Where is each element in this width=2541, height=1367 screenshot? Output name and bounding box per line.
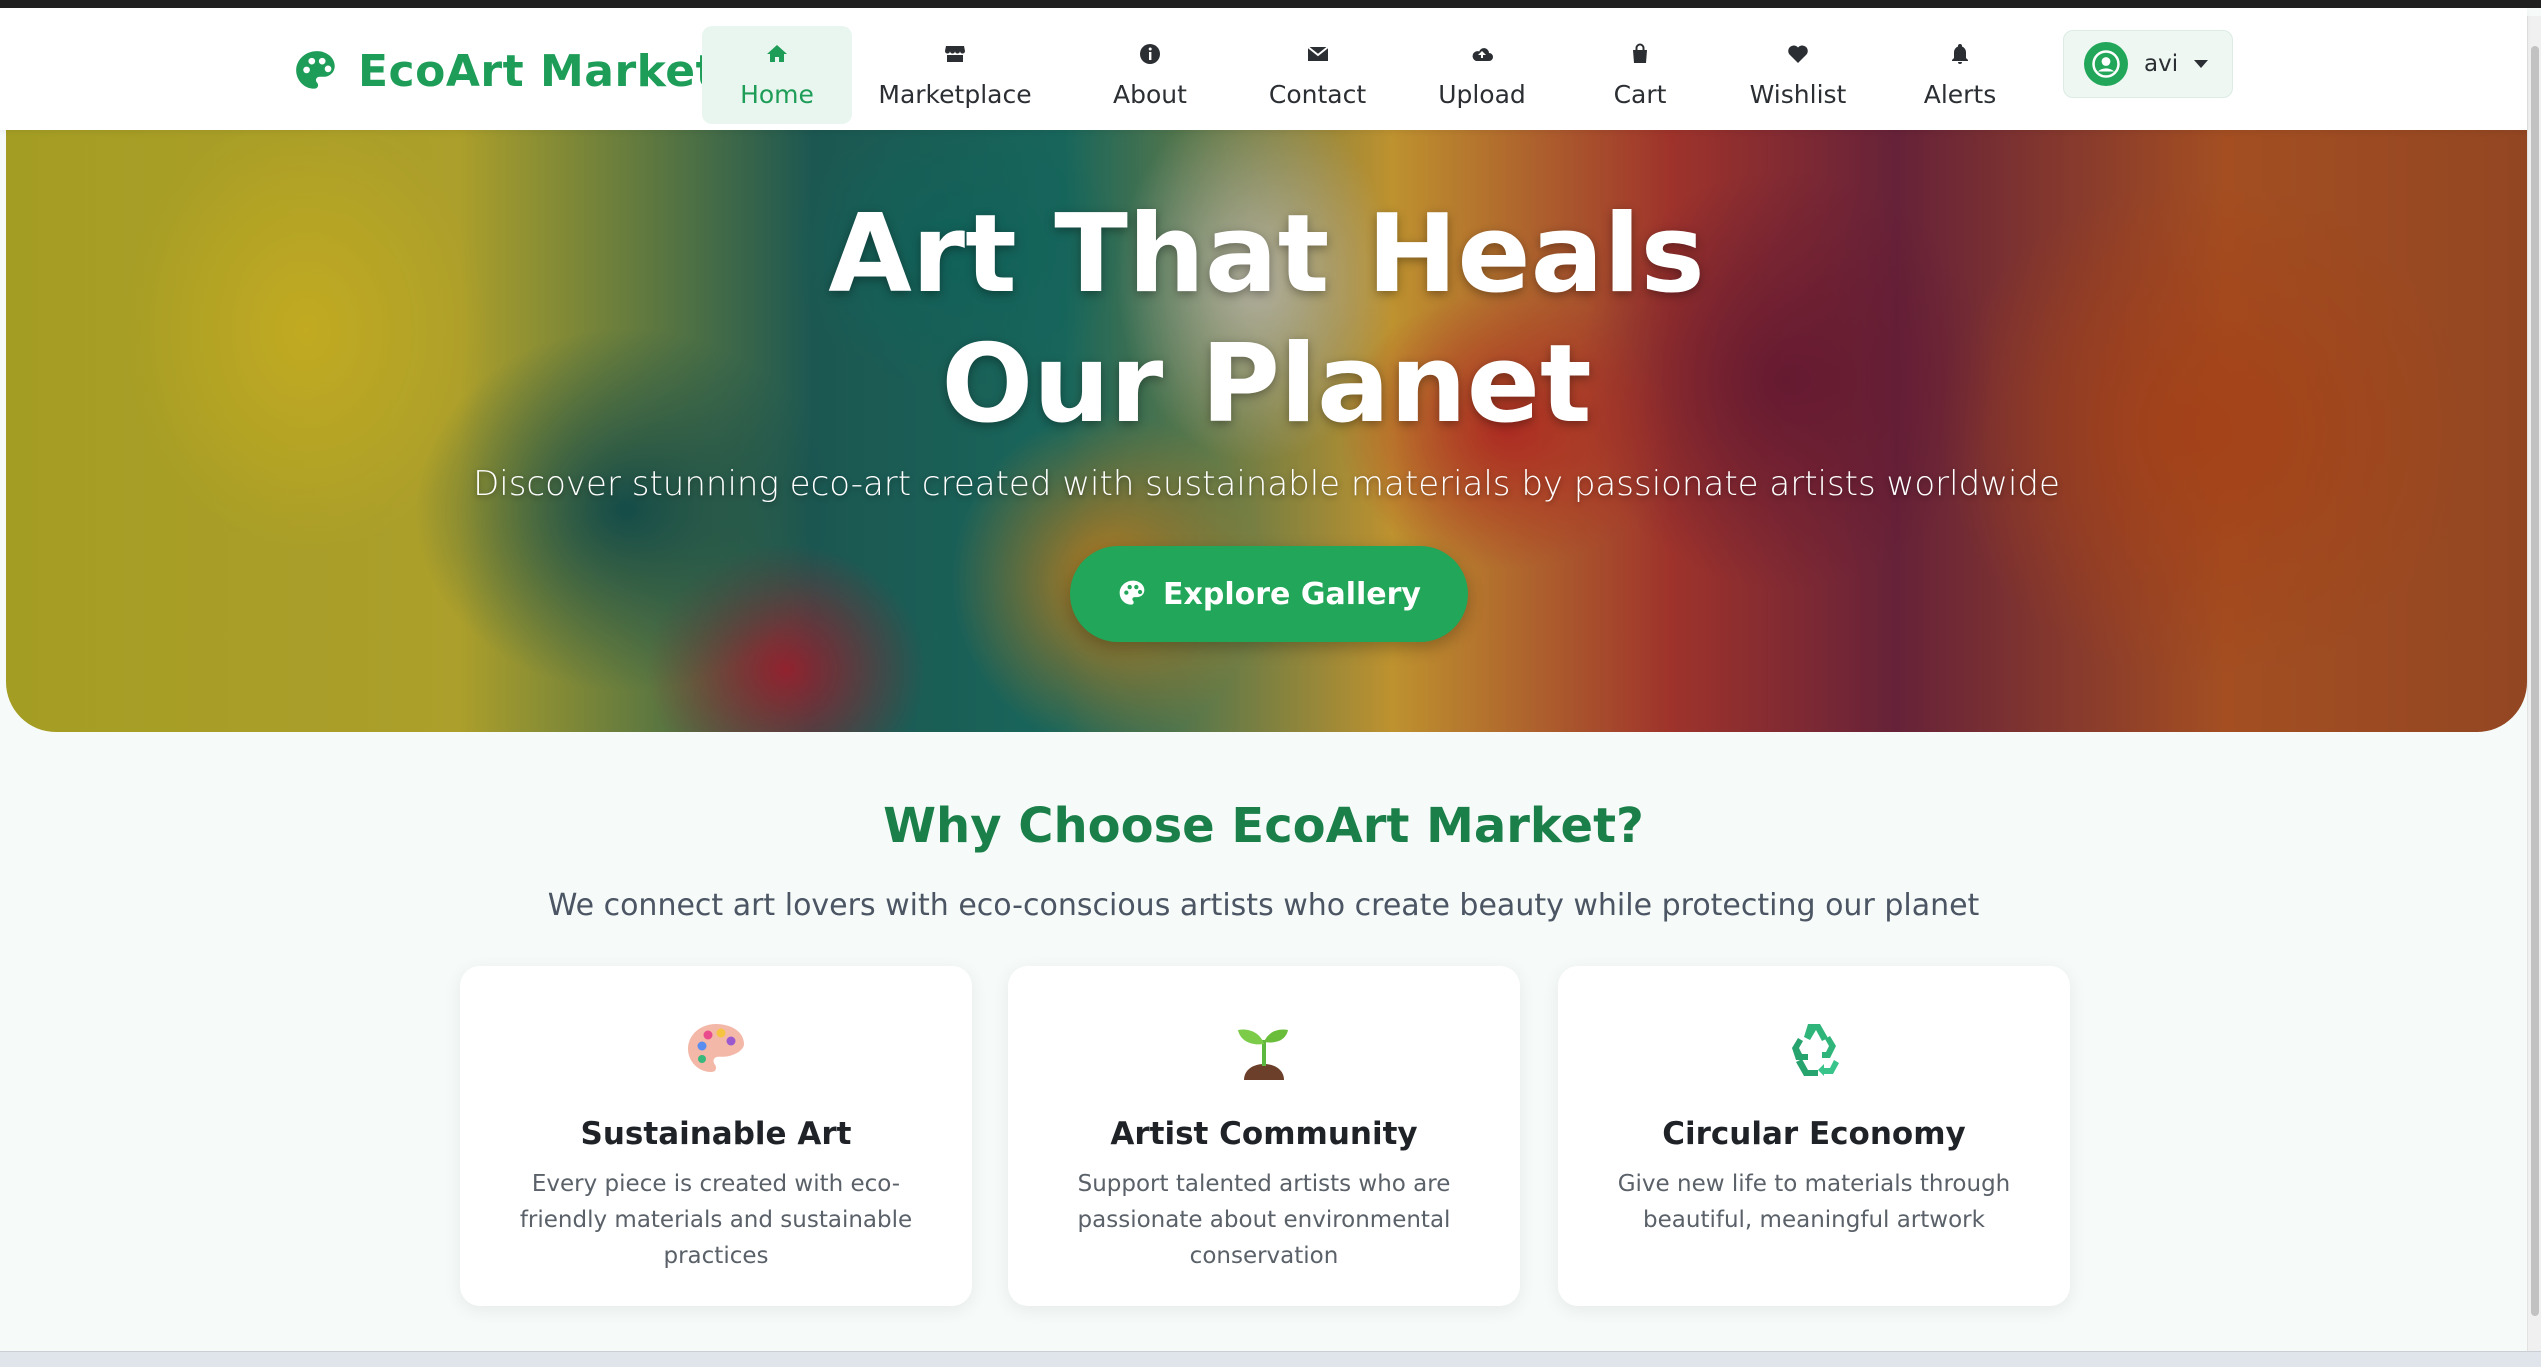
bag-icon <box>1633 43 1647 63</box>
hero-banner: Art That Heals Our Planet Discover stunn… <box>6 130 2527 732</box>
hero-title: Art That Heals Our Planet <box>6 190 2527 450</box>
card-title: Circular Economy <box>1662 1116 1966 1152</box>
nav-cart[interactable]: Cart <box>1575 26 1705 124</box>
cloud-upload-icon <box>1472 47 1493 61</box>
scrollbar-thumb[interactable] <box>2531 46 2539 1316</box>
palette-icon <box>296 50 335 89</box>
taskbar <box>0 1351 2541 1367</box>
nav-label: Alerts <box>1923 79 1997 109</box>
nav-label: Upload <box>1438 79 1526 109</box>
feature-card-circular-economy: Circular Economy Give new life to materi… <box>1558 966 2070 1306</box>
nav-contact[interactable]: Contact <box>1245 26 1390 124</box>
nav-label: Cart <box>1613 79 1667 109</box>
hero-subtitle: Discover stunning eco-art created with s… <box>473 464 2060 504</box>
nav-label: About <box>1113 79 1187 109</box>
user-menu-button[interactable]: avi <box>2063 30 2233 98</box>
nav-alerts[interactable]: Alerts <box>1895 26 2025 124</box>
page-scrollbar[interactable] <box>2527 16 2541 1351</box>
feature-card-sustainable-art: Sustainable Art Every piece is created w… <box>460 966 972 1306</box>
user-circle-icon <box>2084 42 2128 86</box>
chevron-down-icon <box>2194 60 2209 68</box>
brand-logo[interactable]: EcoArt Market <box>292 46 717 97</box>
browser-window: EcoArt Market Home Marketplace About Con… <box>0 0 2541 1351</box>
envelope-icon <box>1306 45 1329 61</box>
card-text: Support talented artists who are passion… <box>1077 1171 1451 1269</box>
why-section-title: Why Choose EcoArt Market? <box>883 798 1644 854</box>
user-name: avi <box>2144 51 2179 77</box>
hero-title-line-1: Art That Heals <box>828 192 1705 317</box>
feature-card-artist-community: Artist Community Support talented artist… <box>1008 966 1520 1306</box>
nav-label: Home <box>740 79 814 109</box>
hero-title-line-2: Our Planet <box>941 322 1592 447</box>
nav-marketplace[interactable]: Marketplace <box>870 26 1040 124</box>
home-icon <box>767 44 787 62</box>
why-section-subtitle: We connect art lovers with eco-conscious… <box>547 888 1980 923</box>
recycle-icon <box>1792 1024 1839 1076</box>
nav-label: Contact <box>1268 79 1367 109</box>
nav-label: Marketplace <box>878 79 1032 109</box>
nav-wishlist[interactable]: Wishlist <box>1728 26 1868 124</box>
card-title: Artist Community <box>1110 1116 1418 1152</box>
explore-gallery-button[interactable]: Explore Gallery <box>1070 546 1468 642</box>
heart-icon <box>1788 44 1808 63</box>
explore-gallery-label: Explore Gallery <box>1163 576 1421 612</box>
bell-icon <box>1952 43 1968 64</box>
nav-home[interactable]: Home <box>702 26 852 124</box>
seedling-icon <box>1238 1029 1288 1080</box>
info-icon <box>1140 43 1160 64</box>
nav-upload[interactable]: Upload <box>1412 26 1552 124</box>
palette-icon <box>1119 580 1145 605</box>
navbar: EcoArt Market Home Marketplace About Con… <box>0 8 2527 130</box>
nav-label: Wishlist <box>1749 79 1847 109</box>
card-text: Every piece is created with eco-friendly… <box>519 1171 913 1269</box>
nav-about[interactable]: About <box>1080 26 1220 124</box>
card-title: Sustainable Art <box>580 1116 852 1152</box>
brand-name: EcoArt Market <box>358 46 718 97</box>
artist-palette-icon <box>688 1024 744 1072</box>
card-text: Give new life to materials through beaut… <box>1617 1171 2011 1233</box>
store-icon <box>945 45 965 62</box>
